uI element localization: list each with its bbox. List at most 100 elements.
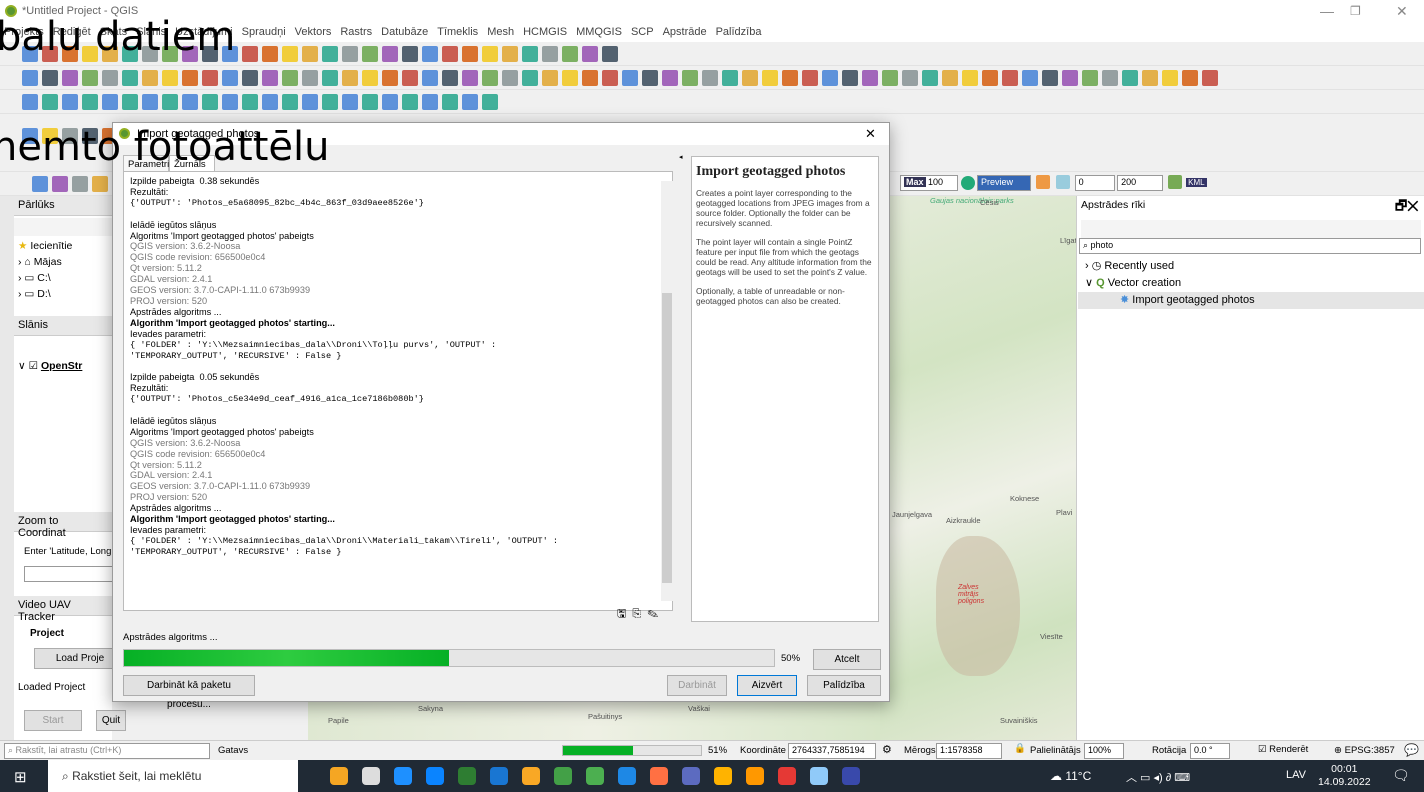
- toolbar-tool-icon[interactable]: [422, 70, 438, 86]
- rotation-field[interactable]: 0.0 °: [1190, 743, 1230, 759]
- toolbar-tool-icon[interactable]: [462, 94, 478, 110]
- toolbar-tool-icon[interactable]: [342, 94, 358, 110]
- toolbar-tool-icon[interactable]: [622, 70, 638, 86]
- toolbar-tool-icon[interactable]: [302, 94, 318, 110]
- notification-icon[interactable]: 🗨: [1392, 767, 1410, 784]
- tree-vector-creation[interactable]: ∨ Q Vector creation: [1085, 275, 1181, 292]
- toolbar-tool-icon[interactable]: [482, 46, 498, 62]
- toolbar-tool-icon[interactable]: [202, 70, 218, 86]
- toolbar-tool-icon[interactable]: [482, 70, 498, 86]
- coordinate-field[interactable]: 2764337,7585194: [788, 743, 876, 759]
- close-button[interactable]: Aizvērt: [737, 675, 797, 696]
- toolbar-tool-icon[interactable]: [92, 176, 108, 192]
- toolbar-tool-icon[interactable]: [302, 46, 318, 62]
- copy-icon[interactable]: ⎘: [632, 608, 647, 620]
- tray-icons[interactable]: ︿ ▭ ◂) ∂ ⌨: [1126, 769, 1190, 785]
- toolbar-tool-icon[interactable]: [262, 46, 278, 62]
- render-checkbox[interactable]: ☑ Renderēt: [1258, 744, 1308, 755]
- layer-icon[interactable]: [1035, 175, 1050, 189]
- toolbar-tool-icon[interactable]: [422, 46, 438, 62]
- toolbar-tool-icon[interactable]: [62, 94, 78, 110]
- toolbar-tool-icon[interactable]: [1142, 70, 1158, 86]
- toolbar-tool-icon[interactable]: [342, 46, 358, 62]
- locator-input[interactable]: ⌕ Rakstīt, lai atrastu (Ctrl+K): [4, 743, 210, 759]
- toolbar-tool-icon[interactable]: [462, 46, 478, 62]
- magnifier-field[interactable]: 100%: [1084, 743, 1124, 759]
- toolbar-tool-icon[interactable]: [42, 70, 58, 86]
- toolbar-tool-icon[interactable]: [762, 70, 778, 86]
- toolbar-tool-icon[interactable]: [502, 70, 518, 86]
- map-canvas[interactable]: Gaujas nacionālais parks Cēsis Līgatne K…: [880, 196, 1085, 742]
- save-icon[interactable]: 🖫: [617, 608, 632, 620]
- menu-11[interactable]: HCMGIS: [523, 26, 567, 38]
- scale-field[interactable]: 1:1578358: [936, 743, 1002, 759]
- toolbar-tool-icon[interactable]: [582, 46, 598, 62]
- toolbar-tool-icon[interactable]: [282, 94, 298, 110]
- toolbar-tool-icon[interactable]: [522, 46, 538, 62]
- toolbar-tool-icon[interactable]: [122, 70, 138, 86]
- taskbar-app-icon[interactable]: [330, 767, 348, 785]
- toolbar-tool-icon[interactable]: [1202, 70, 1218, 86]
- toolbar-tool-icon[interactable]: [422, 94, 438, 110]
- toolbar-tool-icon[interactable]: [22, 70, 38, 86]
- toolbar-tool-icon[interactable]: [222, 70, 238, 86]
- toolbar-tool-icon[interactable]: [562, 46, 578, 62]
- toolbar-tool-icon[interactable]: [42, 94, 58, 110]
- toolbar-tool-icon[interactable]: [542, 70, 558, 86]
- crs-button[interactable]: ⊕ EPSG:3857: [1334, 745, 1395, 756]
- toolbar-tool-icon[interactable]: [362, 46, 378, 62]
- menu-6[interactable]: Vektors: [295, 26, 332, 38]
- taskbar-app-icon[interactable]: [362, 767, 380, 785]
- menu-12[interactable]: MMQGIS: [576, 26, 622, 38]
- browser-item-favorites[interactable]: ★ Iecienītie: [18, 238, 72, 254]
- toolbar-tool-icon[interactable]: [562, 70, 578, 86]
- toolbar-tool-icon[interactable]: [542, 46, 558, 62]
- start-button[interactable]: Start: [24, 710, 82, 731]
- toolbar-tool-icon[interactable]: [52, 176, 68, 192]
- toolbar-tool-icon[interactable]: [262, 94, 278, 110]
- toolbar-tool-icon[interactable]: [222, 94, 238, 110]
- toolbar-tool-icon[interactable]: [322, 46, 338, 62]
- tree-import-geotagged-photos[interactable]: ✸ Import geotagged photos: [1078, 292, 1424, 309]
- max-spinbox[interactable]: Max 100: [900, 175, 958, 191]
- toolbar-tool-icon[interactable]: [862, 70, 878, 86]
- toolbar-tool-icon[interactable]: [642, 70, 658, 86]
- tree-recently-used[interactable]: › ◷ Recently used: [1085, 258, 1181, 275]
- weather-temp[interactable]: ☁ 11°C: [1050, 769, 1091, 783]
- messages-icon[interactable]: 💬: [1404, 743, 1419, 757]
- toolbar-tool-icon[interactable]: [702, 70, 718, 86]
- windows-start-icon[interactable]: ⊞: [14, 768, 27, 786]
- toolbar-tool-icon[interactable]: [82, 70, 98, 86]
- toolbar-tool-icon[interactable]: [302, 70, 318, 86]
- taskbar-app-icon[interactable]: [618, 767, 636, 785]
- taskbar-app-icon[interactable]: [810, 767, 828, 785]
- toolbar-tool-icon[interactable]: [262, 70, 278, 86]
- taskbar-app-icon[interactable]: [394, 767, 412, 785]
- clear-icon[interactable]: ✎: [647, 608, 664, 620]
- clock[interactable]: 00:01 14.09.2022: [1318, 763, 1371, 789]
- taskbar-app-icon[interactable]: [458, 767, 476, 785]
- toolbar-tool-icon[interactable]: [942, 70, 958, 86]
- toolbar-tool-icon[interactable]: [1022, 70, 1038, 86]
- taskbar-app-icon[interactable]: [714, 767, 732, 785]
- toolbar-tool-icon[interactable]: [802, 70, 818, 86]
- taskbar-app-icon[interactable]: [490, 767, 508, 785]
- run-button[interactable]: Darbināt: [667, 675, 727, 696]
- scrollbar-thumb[interactable]: [662, 293, 672, 583]
- toolbar-tool-icon[interactable]: [402, 46, 418, 62]
- clock-icon[interactable]: [1056, 175, 1071, 189]
- toolbar-tool-icon[interactable]: [582, 70, 598, 86]
- toolbar-tool-icon[interactable]: [682, 70, 698, 86]
- log-scrollbar[interactable]: [661, 181, 673, 601]
- toolbar-tool-icon[interactable]: [82, 94, 98, 110]
- toolbar-tool-icon[interactable]: [822, 70, 838, 86]
- kml-icon[interactable]: [1167, 175, 1182, 189]
- toolbar-tool-icon[interactable]: [442, 46, 458, 62]
- toolbar-tool-icon[interactable]: [362, 70, 378, 86]
- taskbar-app-icon[interactable]: [650, 767, 668, 785]
- toolbar-tool-icon[interactable]: [162, 70, 178, 86]
- toolbar-tool-icon[interactable]: [882, 70, 898, 86]
- taskbar-app-icon[interactable]: [682, 767, 700, 785]
- toolbar-tool-icon[interactable]: [1062, 70, 1078, 86]
- toolbar-tool-icon[interactable]: [1042, 70, 1058, 86]
